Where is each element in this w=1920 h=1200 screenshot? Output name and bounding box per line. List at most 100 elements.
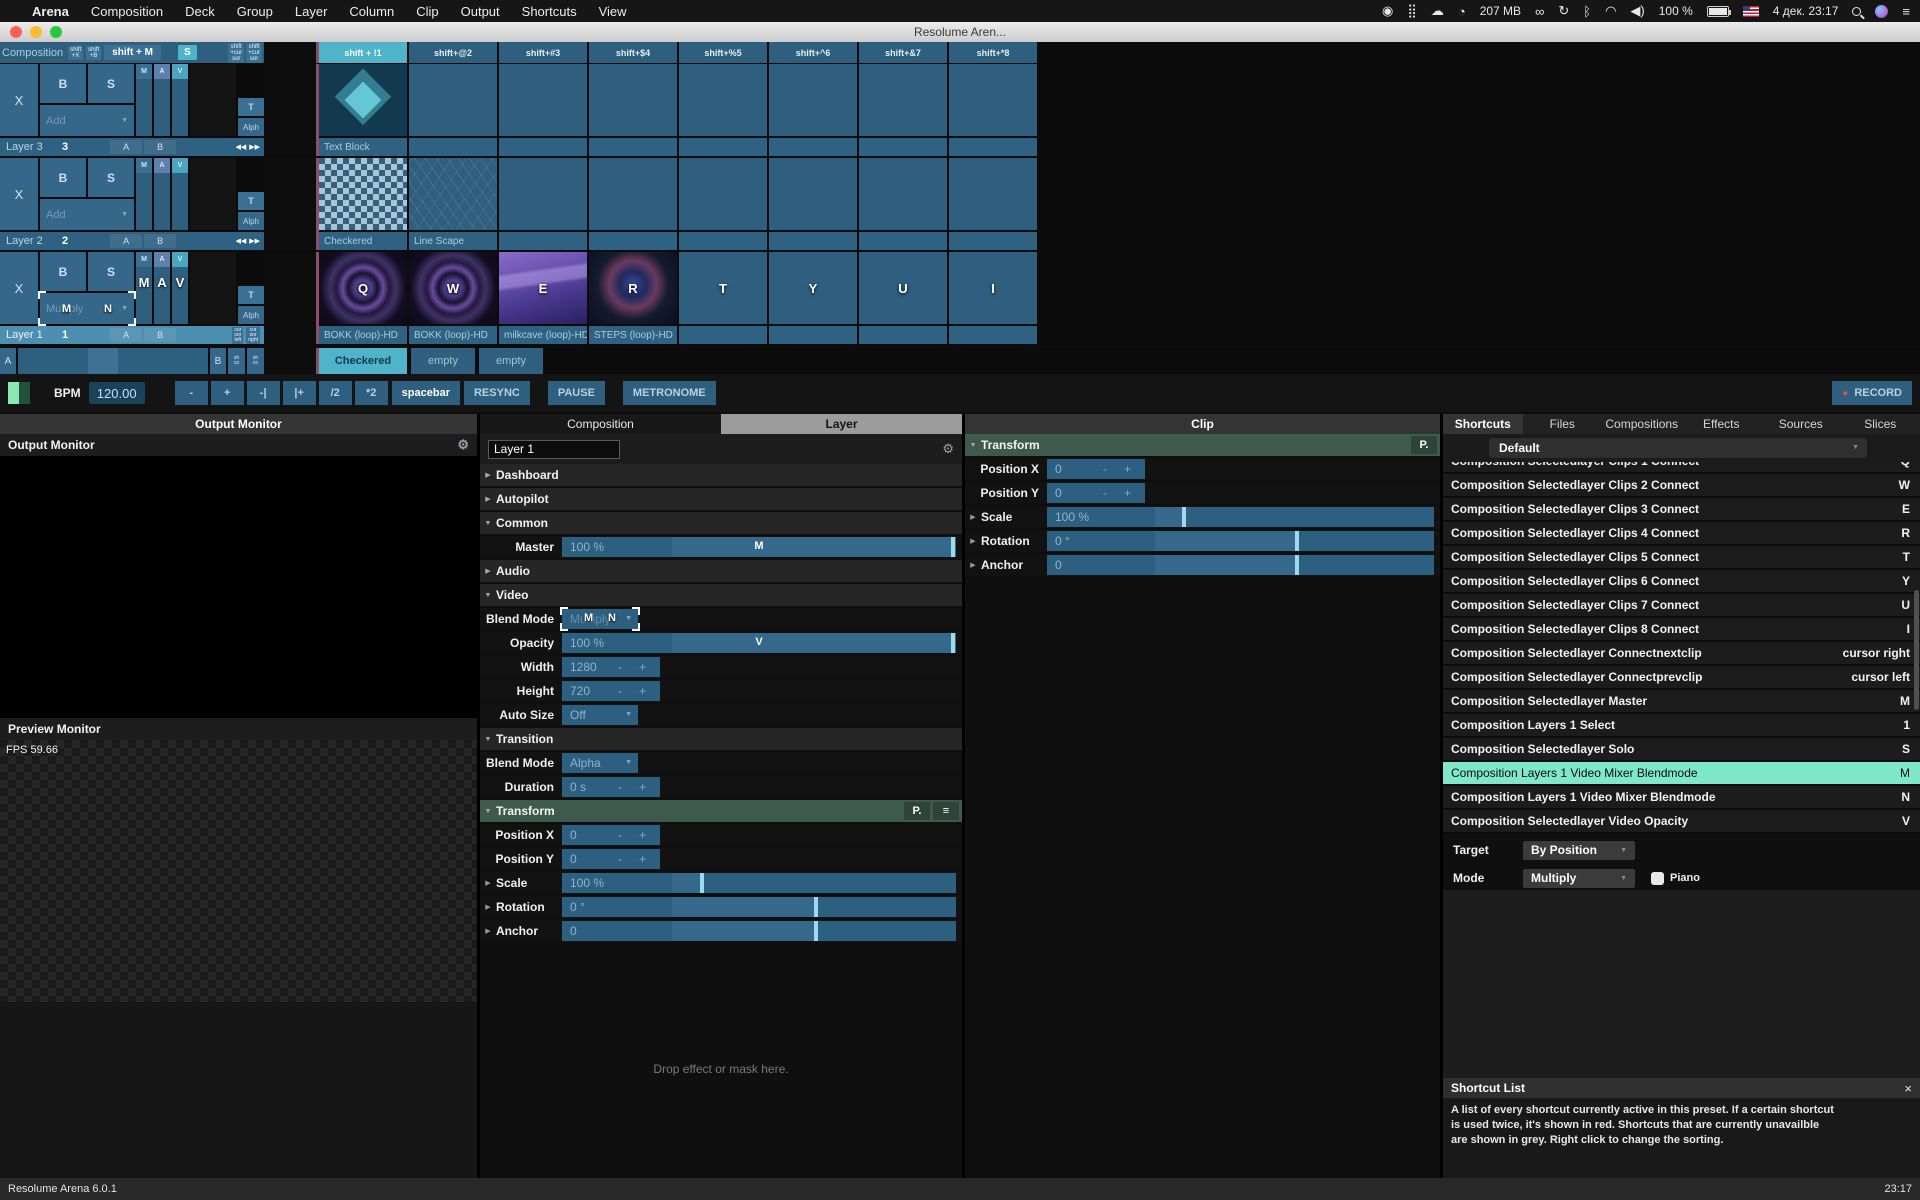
empty-clip-slot[interactable] [409,64,497,136]
close-icon[interactable]: × [1904,1081,1912,1096]
section-video[interactable]: ▼Video [480,584,962,606]
layer-a-fader[interactable]: AA [154,252,170,324]
clip-position-x-field[interactable]: 0 - + [1047,459,1145,479]
crossfader-assign-b[interactable]: B [144,140,176,154]
preset-button[interactable]: P. [1411,436,1437,454]
empty-clip-slot[interactable]: I [949,252,1037,324]
section-audio[interactable]: ▶Audio [480,560,962,582]
clip-thumbnail[interactable] [409,158,497,230]
clip-cell[interactable] [769,158,857,250]
previous-clip-button[interactable]: ◀◀ [235,237,246,245]
clip-cell[interactable]: WBOKK (loop)-HD [409,252,497,344]
layer-panel-gear-icon[interactable]: ⚙ [942,441,954,457]
decrement-button[interactable]: - [618,684,622,698]
crossfader-assign-b[interactable]: B [144,234,176,248]
column-header-1[interactable]: shift + !1 [319,42,407,63]
tab-effects[interactable]: Effects [1682,414,1762,434]
shortcut-row[interactable]: Composition Selectedlayer Clips 7 Connec… [1443,594,1920,616]
layer-m-fader[interactable]: MM [136,252,152,324]
layer-label-strip[interactable]: Layer 22AB◀◀▶▶ [0,232,264,250]
output-monitor-gear-icon[interactable]: ⚙ [457,437,469,453]
time-machine-icon[interactable]: ↻ [1558,3,1569,19]
layer-m-fader[interactable]: M [136,64,152,136]
bpm-adjust-button[interactable]: |+ [283,381,316,405]
bpm-adjust-button[interactable]: - [175,381,208,405]
menu-item-view[interactable]: View [599,4,627,19]
shortcut-row[interactable]: Composition Layers 1 Select1 [1443,714,1920,736]
increment-button[interactable]: + [1124,462,1131,476]
layer-t-button[interactable]: T [238,192,264,210]
layer-t-button[interactable]: T [238,286,264,304]
layer-v-fader[interactable]: VV [172,252,188,324]
clip-thumbnail[interactable]: R [589,252,677,324]
layer-alpha-button[interactable]: Alph [238,212,264,230]
deck-clip-empty[interactable]: empty [479,348,543,374]
shortcut-row[interactable]: Composition Selectedlayer Clips 4 Connec… [1443,522,1920,544]
clip-cell[interactable]: Line Scape [409,158,497,250]
layer-v-fader[interactable]: V [172,158,188,230]
clip-cell[interactable] [859,64,947,156]
layer-clear-button[interactable]: X [0,252,38,324]
clip-cell[interactable] [769,64,857,156]
clip-cell[interactable]: Checkered [319,158,407,250]
layer-name-input[interactable] [488,440,620,459]
opacity-slider[interactable]: 100 % V [562,633,956,653]
empty-clip-slot[interactable] [589,158,677,230]
layer-blend-dropdown[interactable]: Add▼ [40,199,134,230]
width-field[interactable]: 1280 - + [562,657,660,677]
blend-mode-dropdown[interactable]: Multiply M N ▼ [562,609,638,629]
crossfader-track[interactable] [18,348,208,374]
column-header-5[interactable]: shift+%5 [679,42,767,63]
crossfader-handle[interactable] [88,348,118,374]
clip-cell[interactable] [949,158,1037,250]
duration-field[interactable]: 0 s - + [562,777,660,797]
clip-thumbnail[interactable] [319,64,407,136]
shortcut-row[interactable]: Composition Selectedlayer Video OpacityV [1443,810,1920,832]
resync-button[interactable]: RESYNC [464,381,530,405]
increment-button[interactable]: + [1124,486,1131,500]
decrement-button[interactable]: - [1103,486,1107,500]
clip-cell[interactable] [589,64,677,156]
battery-percent[interactable]: 100 % [1659,4,1693,18]
empty-clip-slot[interactable] [499,158,587,230]
layer-bypass-button[interactable]: B [40,64,86,103]
empty-clip-slot[interactable] [769,64,857,136]
layer-label-strip[interactable]: Layer 33AB◀◀▶▶ [0,138,264,156]
layer-v-fader[interactable]: V [172,64,188,136]
shortcut-row[interactable]: Composition Selectedlayer Clips 6 Connec… [1443,570,1920,592]
layer-solo-button[interactable]: S [88,252,134,291]
auto-size-dropdown[interactable]: Off ▼ [562,705,638,725]
shortcut-row[interactable]: Composition Selectedlayer Clips 5 Connec… [1443,546,1920,568]
clip-cell[interactable] [949,64,1037,156]
empty-clip-slot[interactable]: U [859,252,947,324]
section-dashboard[interactable]: ▶Dashboard [480,464,962,486]
deck-clip-empty[interactable]: empty [411,348,475,374]
tab-compositions[interactable]: Compositions [1602,414,1682,434]
layer-blend-dropdown[interactable]: MultiplyMN▼ [40,293,134,324]
tab-layer[interactable]: Layer [721,414,962,434]
rotation-slider[interactable]: 0 ° [562,897,956,917]
crossfader-b-button[interactable]: B [210,348,226,374]
scrollbar-thumb[interactable] [1914,590,1919,710]
empty-clip-slot[interactable] [949,64,1037,136]
shortcut-row[interactable]: Composition Selectedlayer Clips 2 Connec… [1443,474,1920,496]
crossfader-assign-b[interactable]: B [144,328,176,342]
volume-icon[interactable]: ◀) [1630,3,1644,19]
clip-rotation-slider[interactable]: 0 ° [1047,531,1434,551]
menu-item-deck[interactable]: Deck [185,4,215,19]
layer-clear-button[interactable]: X [0,158,38,230]
mode-dropdown[interactable]: Multiply ▼ [1523,869,1635,888]
notification-center-icon[interactable]: ≡ [1902,4,1910,19]
anchor-slider[interactable]: 0 [562,921,956,941]
decrement-button[interactable]: - [618,780,622,794]
menu-item-group[interactable]: Group [237,4,273,19]
layer-t-button[interactable]: T [238,98,264,116]
clip-anchor-slider[interactable]: 0 [1047,555,1434,575]
menu-button[interactable]: ≡ [933,802,959,820]
column-header-4[interactable]: shift+$4 [589,42,677,63]
shortcut-row[interactable]: Composition Layers 1 Video Mixer Blendmo… [1443,786,1920,808]
empty-clip-slot[interactable] [499,64,587,136]
empty-clip-slot[interactable] [679,158,767,230]
increment-button[interactable]: + [639,852,646,866]
piano-checkbox[interactable] [1651,872,1664,885]
